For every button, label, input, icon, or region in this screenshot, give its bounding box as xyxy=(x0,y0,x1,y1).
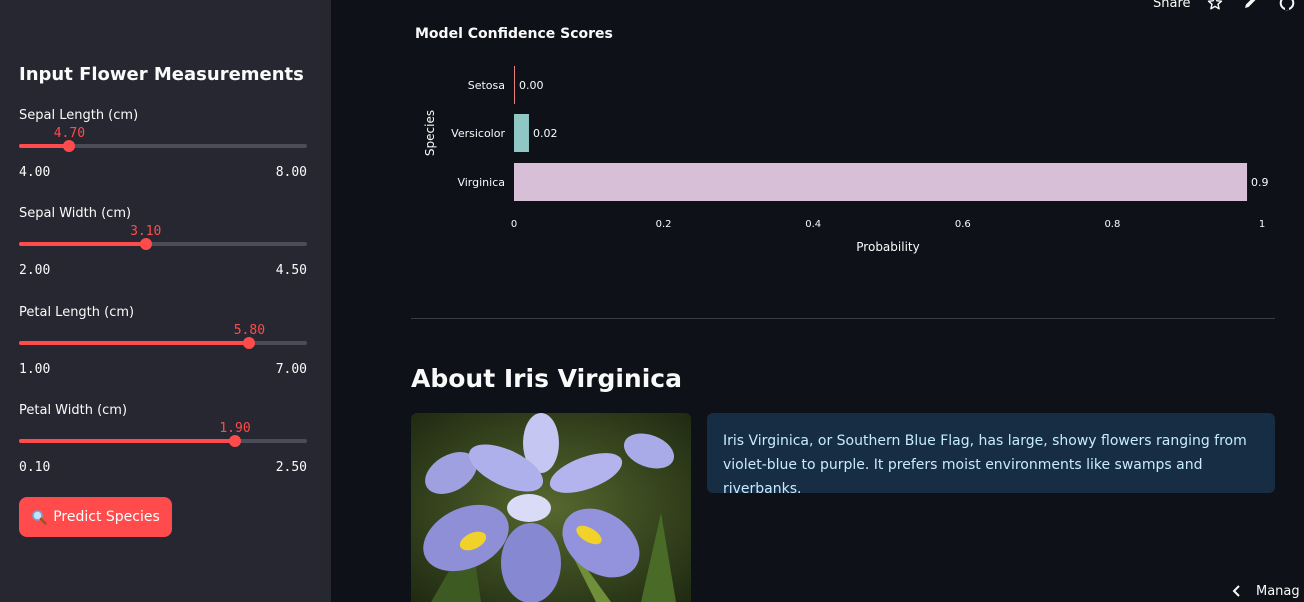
slider-fill xyxy=(19,242,146,246)
x-tick-label: 1 xyxy=(1259,219,1265,230)
value-label: 0.9 xyxy=(1251,176,1269,189)
slider-value: 1.90 xyxy=(219,421,251,436)
slider-fill xyxy=(19,144,70,148)
manage-label: Manag xyxy=(1256,583,1300,599)
category-label: Setosa xyxy=(468,79,505,92)
confidence-bar-chart: Setosa 0.00 Versicolor 0.02 Virginica 0.9 0 0.2… xyxy=(423,66,1269,254)
slider-value: 4.70 xyxy=(53,126,86,141)
slider-track[interactable] xyxy=(19,140,307,152)
section-divider xyxy=(411,318,1275,319)
predict-species-button[interactable]: Predict Species xyxy=(19,497,172,537)
slider-track[interactable] xyxy=(19,238,307,250)
slider-max: 8.00 xyxy=(275,165,307,180)
bar-versicolor xyxy=(514,114,529,152)
slider-petal-length[interactable]: Petal Length (cm) 5.80 1.00 7.00 xyxy=(19,305,307,385)
slider-label: Sepal Width (cm) xyxy=(19,206,132,221)
species-info-box: Iris Virginica, or Southern Blue Flag, h… xyxy=(707,413,1275,497)
slider-fill xyxy=(19,439,235,443)
bar-virginica xyxy=(514,163,1248,201)
category-label: Versicolor xyxy=(451,127,505,140)
x-axis-label: Probability xyxy=(856,240,919,254)
chevron-left-icon xyxy=(1232,585,1240,597)
slider-thumb[interactable] xyxy=(229,435,241,447)
slider-sepal-length[interactable]: Sepal Length (cm) 4.70 4.00 8.00 xyxy=(19,108,307,188)
slider-max: 7.00 xyxy=(275,362,307,377)
slider-max: 4.50 xyxy=(275,263,307,278)
slider-petal-width[interactable]: Petal Width (cm) 1.90 0.10 2.50 xyxy=(19,403,307,483)
share-button[interactable]: Share xyxy=(1153,0,1191,11)
slider-max: 2.50 xyxy=(275,460,307,475)
slider-thumb[interactable] xyxy=(63,140,76,152)
sidebar-title: Input Flower Measurements xyxy=(19,64,304,85)
slider-min: 4.00 xyxy=(19,165,51,180)
slider-label: Sepal Length (cm) xyxy=(19,108,139,123)
iris-flower-image xyxy=(411,413,691,602)
slider-value: 5.80 xyxy=(233,323,266,338)
iris-virginica-photo xyxy=(411,413,691,602)
category-label: Virginica xyxy=(457,176,505,189)
slider-label: Petal Length (cm) xyxy=(19,305,135,320)
x-tick-label: 0.8 xyxy=(1104,219,1120,230)
bar-setosa xyxy=(514,66,515,104)
github-icon[interactable] xyxy=(1279,0,1295,11)
predict-button-label: Predict Species xyxy=(53,509,160,525)
slider-value: 3.10 xyxy=(130,224,162,239)
pencil-icon[interactable] xyxy=(1242,0,1258,11)
slider-track[interactable] xyxy=(19,435,307,447)
slider-min: 2.00 xyxy=(19,263,51,278)
chart-title: Model Confidence Scores xyxy=(415,26,613,42)
slider-thumb[interactable] xyxy=(139,238,152,250)
slider-thumb[interactable] xyxy=(243,337,256,349)
value-label: 0.02 xyxy=(533,127,557,140)
species-description: Iris Virginica, or Southern Blue Flag, h… xyxy=(723,433,1247,497)
x-tick-label: 0.4 xyxy=(805,219,821,230)
x-tick-label: 0 xyxy=(511,219,517,230)
slider-fill xyxy=(19,341,250,345)
slider-min: 1.00 xyxy=(19,362,51,377)
slider-sepal-width[interactable]: Sepal Width (cm) 3.10 2.00 4.50 xyxy=(19,206,307,286)
slider-label: Petal Width (cm) xyxy=(19,403,128,418)
x-tick-label: 0.2 xyxy=(656,219,672,230)
sidebar: Input Flower Measurements Sepal Length (… xyxy=(0,0,331,602)
slider-track[interactable] xyxy=(19,337,307,349)
star-icon[interactable] xyxy=(1207,0,1223,11)
x-tick-label: 0.6 xyxy=(955,219,971,230)
y-axis-label: Species xyxy=(423,110,437,156)
slider-min: 0.10 xyxy=(19,460,51,475)
value-label: 0.00 xyxy=(519,79,544,92)
manage-app-button[interactable]: Manag xyxy=(1232,580,1300,602)
magnifier-icon xyxy=(32,510,47,525)
about-title: About Iris Virginica xyxy=(411,364,682,393)
